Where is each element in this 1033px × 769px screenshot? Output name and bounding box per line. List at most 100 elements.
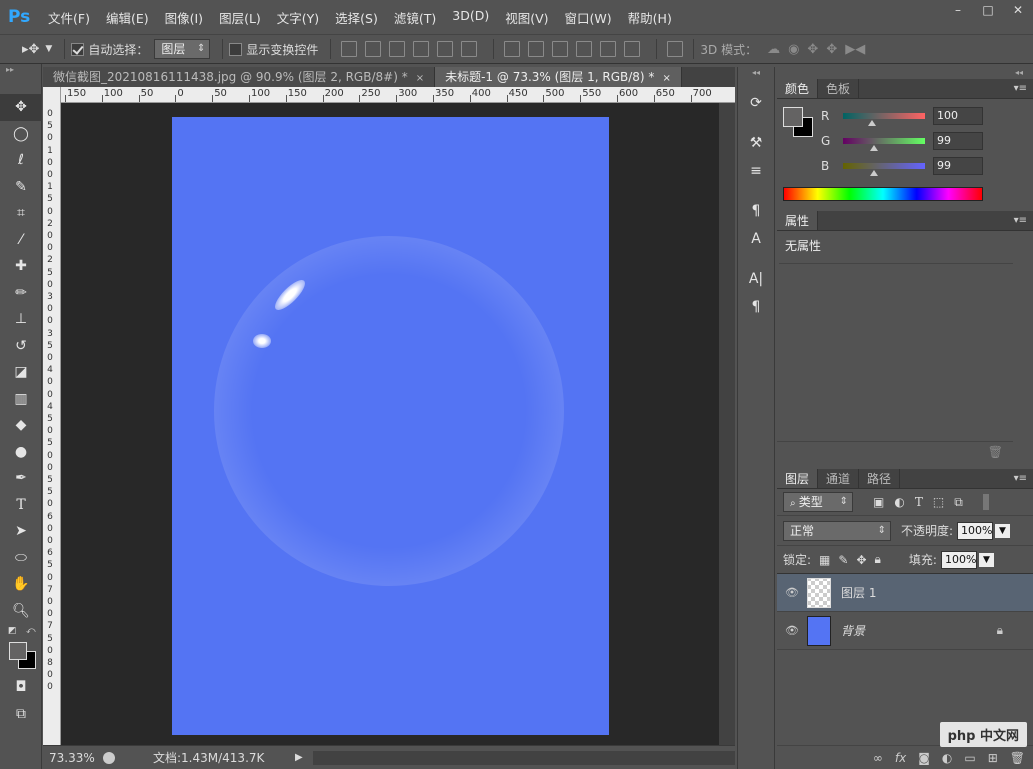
quick-mask-icon[interactable]: ◘: [0, 674, 42, 701]
red-value-input[interactable]: 100: [933, 106, 983, 125]
add-mask-icon[interactable]: ◙: [918, 751, 930, 765]
opacity-input[interactable]: 100%: [957, 521, 994, 540]
3d-drag-icon[interactable]: ✥: [807, 42, 818, 57]
layer-style-icon[interactable]: fx: [895, 751, 906, 765]
align-bottom-icon[interactable]: [389, 41, 406, 57]
tab-wechat-screenshot[interactable]: 微信截图_20210816111438.jpg @ 90.9% (图层 2, R…: [43, 67, 436, 87]
horizontal-scrollbar[interactable]: [312, 750, 735, 765]
auto-select-toggle[interactable]: 自动选择：: [71, 41, 148, 58]
toolbox-grip-icon[interactable]: ▸▸: [0, 64, 41, 94]
distribute-hcenter-icon[interactable]: [600, 41, 617, 57]
layer-name[interactable]: 背景: [841, 622, 865, 639]
align-hcenter-icon[interactable]: [437, 41, 454, 57]
panel-menu-icon[interactable]: ▾≡: [1008, 79, 1033, 98]
tab-layers[interactable]: 图层: [777, 469, 819, 488]
filter-toggle-icon[interactable]: [982, 494, 989, 510]
green-value-input[interactable]: 99: [933, 131, 983, 150]
tab-swatches[interactable]: 色板: [818, 79, 860, 98]
filter-adjustment-icon[interactable]: ◐: [894, 495, 904, 509]
adjustment-layer-icon[interactable]: ◐: [942, 751, 952, 765]
auto-select-checkbox[interactable]: [71, 42, 85, 56]
tab-color[interactable]: 颜色: [777, 79, 819, 98]
show-transform-checkbox[interactable]: [229, 42, 243, 56]
filter-type-icon[interactable]: T: [915, 495, 923, 509]
panel-menu-icon[interactable]: ▾≡: [1008, 211, 1033, 230]
eye-icon[interactable]: 👁︎: [777, 624, 807, 637]
3d-rotate-icon[interactable]: ☁: [767, 42, 780, 57]
layer-name[interactable]: 图层 1: [841, 584, 876, 601]
blue-value-input[interactable]: 99: [933, 156, 983, 175]
brush-tool-icon[interactable]: ✏: [0, 280, 42, 307]
3d-roll-icon[interactable]: ◉: [788, 42, 799, 57]
filter-shape-icon[interactable]: ⬚: [933, 495, 944, 509]
panel-menu-icon[interactable]: ▾≡: [1008, 469, 1033, 488]
ellipse-tool-icon[interactable]: ⬭: [0, 545, 42, 572]
type-tool-icon[interactable]: T: [0, 492, 42, 519]
hand-tool-icon[interactable]: ✋: [0, 571, 42, 598]
history-brush-tool-icon[interactable]: ↺: [0, 333, 42, 360]
align-top-icon[interactable]: [341, 41, 358, 57]
slider-thumb[interactable]: [868, 119, 876, 126]
dodge-tool-icon[interactable]: ●: [0, 439, 42, 466]
healing-brush-tool-icon[interactable]: ✚: [0, 253, 42, 280]
lock-pixels-icon[interactable]: ✎: [838, 553, 848, 567]
filter-kind-select[interactable]: ⌕ 类型: [783, 492, 853, 512]
color-spectrum-ramp[interactable]: [783, 187, 983, 201]
crop-tool-icon[interactable]: ⌗: [0, 200, 42, 227]
eye-icon[interactable]: 👁︎: [777, 586, 807, 599]
tab-paths[interactable]: 路径: [859, 469, 901, 488]
minimize-button[interactable]: –: [943, 0, 973, 20]
quick-select-tool-icon[interactable]: ✎: [0, 174, 42, 201]
delete-layer-icon[interactable]: 🗑︎: [1010, 751, 1025, 765]
menu-item[interactable]: 图像(I): [157, 8, 211, 27]
lock-transparency-icon[interactable]: ▦: [819, 553, 830, 567]
menu-item[interactable]: 编辑(E): [98, 8, 157, 27]
menu-item[interactable]: 视图(V): [497, 8, 556, 27]
align-left-icon[interactable]: [413, 41, 430, 57]
lock-all-icon[interactable]: 🔒︎: [875, 552, 881, 567]
eyedropper-tool-icon[interactable]: ⁄: [0, 227, 42, 254]
history-panel-icon[interactable]: ⟳: [738, 89, 774, 117]
paragraph-styles-icon[interactable]: ¶: [738, 197, 774, 225]
lasso-tool-icon[interactable]: ℓ: [0, 147, 42, 174]
move-tool-preset[interactable]: ▸✥ ▼: [22, 42, 52, 57]
fill-input[interactable]: 100%: [940, 550, 977, 569]
status-info-icon[interactable]: [103, 751, 115, 764]
show-transform-toggle[interactable]: 显示变换控件: [229, 41, 318, 58]
panels-grip-icon[interactable]: ◂◂: [777, 67, 1033, 79]
blend-mode-select[interactable]: 正常: [783, 520, 891, 541]
distribute-vcenter-icon[interactable]: [528, 41, 545, 57]
menu-item[interactable]: 3D(D): [444, 8, 497, 27]
distribute-bottom-icon[interactable]: [552, 41, 569, 57]
default-colors-icon[interactable]: ◩ ⤺: [0, 624, 41, 638]
path-select-tool-icon[interactable]: ➤: [0, 518, 42, 545]
menu-item[interactable]: 帮助(H): [620, 8, 680, 27]
new-layer-icon[interactable]: ⊞: [988, 751, 998, 765]
foreground-color-swatch[interactable]: [9, 642, 27, 660]
menu-item[interactable]: 图层(L): [211, 8, 269, 27]
paragraph-panel-icon[interactable]: ¶: [738, 293, 774, 321]
filter-smart-object-icon[interactable]: ⧉: [954, 495, 963, 510]
green-slider[interactable]: [843, 137, 925, 151]
menu-item[interactable]: 文件(F): [40, 8, 98, 27]
vertical-scrollbar[interactable]: [719, 103, 735, 745]
3d-slide-icon[interactable]: ✥: [826, 42, 837, 57]
align-vcenter-icon[interactable]: [365, 41, 382, 57]
menu-item[interactable]: 窗口(W): [557, 8, 620, 27]
blue-slider[interactable]: [843, 162, 925, 176]
dock-grip-icon[interactable]: ◂◂: [738, 67, 774, 89]
close-icon[interactable]: ×: [662, 73, 670, 84]
auto-align-icon[interactable]: [667, 41, 684, 57]
character-panel-icon[interactable]: A|: [738, 265, 774, 293]
vertical-ruler[interactable]: 0501001502002503003504004505005506006507…: [43, 87, 61, 745]
chevron-down-icon[interactable]: ▼: [995, 523, 1010, 538]
marquee-tool-icon[interactable]: ◯: [0, 121, 42, 148]
filter-pixel-icon[interactable]: ▣: [873, 495, 884, 509]
slider-thumb[interactable]: [870, 144, 878, 151]
color-swatches[interactable]: [0, 638, 41, 674]
trash-icon[interactable]: 🗑︎: [988, 445, 1003, 459]
new-group-icon[interactable]: ▭: [964, 751, 975, 765]
close-icon[interactable]: ×: [416, 73, 424, 84]
tab-properties[interactable]: 属性: [777, 211, 819, 230]
eraser-tool-icon[interactable]: ◪: [0, 359, 42, 386]
